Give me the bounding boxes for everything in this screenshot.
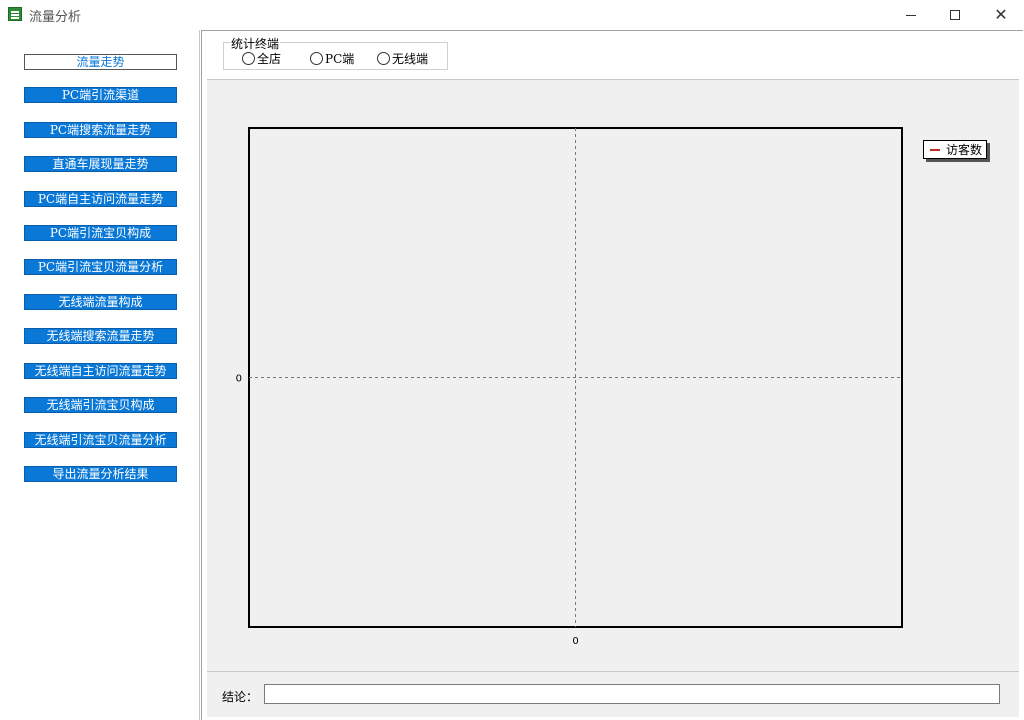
line-chart: 00: [236, 127, 903, 647]
chart-area: 00 访客数: [207, 79, 1019, 671]
radio-all-store[interactable]: 全店: [242, 50, 281, 67]
radio-circle-icon: [242, 52, 255, 65]
radio-mobile-label: 无线端: [392, 52, 429, 66]
nav-pc-traffic-channels-button[interactable]: PC端引流渠道: [24, 87, 177, 103]
minimize-icon: [906, 14, 916, 16]
spreadsheet-icon: [8, 7, 22, 21]
close-icon: ✕: [994, 5, 1008, 24]
radio-circle-icon: [377, 52, 390, 65]
legend-line-swatch: [930, 148, 940, 151]
nav-mobile-item-composition-button[interactable]: 无线端引流宝贝构成: [24, 397, 177, 413]
radio-all-store-label: 全店: [257, 52, 282, 66]
chart-legend: 访客数: [923, 140, 987, 159]
x-tick-label: 0: [572, 636, 578, 647]
nav-pc-item-composition-button[interactable]: PC端引流宝贝构成: [24, 225, 177, 241]
nav-mobile-item-traffic-analysis-button[interactable]: 无线端引流宝贝流量分析: [24, 432, 177, 448]
maximize-button[interactable]: [932, 0, 978, 30]
y-tick-label: 0: [236, 374, 242, 385]
sidebar: 流量走势 PC端引流渠道 PC端搜索流量走势 直通车展现量走势 PC端自主访问流…: [0, 30, 200, 720]
main-panel: 统计终端 全店 PC端 无线端 00 访客数 结论：: [201, 30, 1023, 720]
nav-mobile-traffic-composition-button[interactable]: 无线端流量构成: [24, 294, 177, 310]
nav-pc-direct-visit-trend-button[interactable]: PC端自主访问流量走势: [24, 191, 177, 207]
nav-pc-item-traffic-analysis-button[interactable]: PC端引流宝贝流量分析: [24, 259, 177, 275]
minimize-button[interactable]: [888, 0, 934, 30]
radio-pc[interactable]: PC端: [310, 50, 354, 67]
nav-pc-search-trend-button[interactable]: PC端搜索流量走势: [24, 122, 177, 138]
radio-circle-icon: [310, 52, 323, 65]
title-bar: 流量分析 ✕: [0, 0, 1024, 30]
conclusion-bar: 结论：: [207, 671, 1019, 717]
nav-export-results-button[interactable]: 导出流量分析结果: [24, 466, 177, 482]
terminal-filter-group: 统计终端 全店 PC端 无线端: [223, 35, 448, 70]
legend-series-label: 访客数: [946, 143, 983, 157]
conclusion-input[interactable]: [264, 684, 1000, 704]
nav-ztc-impression-trend-button[interactable]: 直通车展现量走势: [24, 156, 177, 172]
radio-pc-label: PC端: [325, 52, 355, 66]
window-title: 流量分析: [29, 10, 82, 25]
radio-mobile[interactable]: 无线端: [377, 50, 428, 67]
nav-mobile-direct-visit-trend-button[interactable]: 无线端自主访问流量走势: [24, 363, 177, 379]
maximize-icon: [950, 10, 960, 20]
close-button[interactable]: ✕: [978, 0, 1024, 30]
nav-mobile-search-trend-button[interactable]: 无线端搜索流量走势: [24, 328, 177, 344]
conclusion-label: 结论：: [222, 690, 259, 704]
nav-traffic-trend-button[interactable]: 流量走势: [24, 54, 177, 70]
